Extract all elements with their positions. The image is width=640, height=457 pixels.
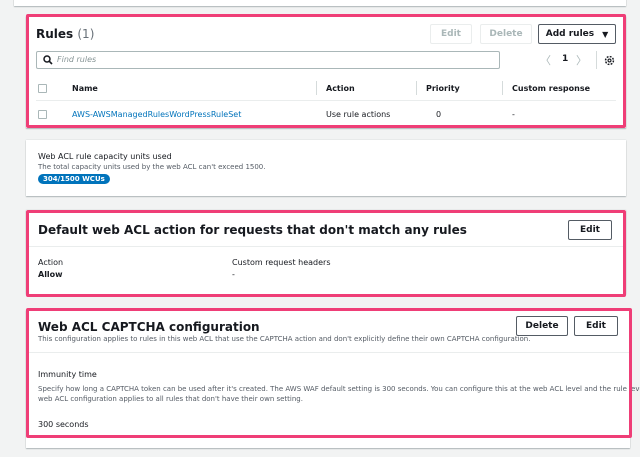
- add-rules-button[interactable]: Add rules ▼: [538, 24, 616, 44]
- search-icon: [43, 55, 53, 65]
- gear-icon[interactable]: [604, 55, 615, 66]
- caret-down-icon: ▼: [602, 29, 609, 39]
- select-all-checkbox[interactable]: [38, 84, 47, 93]
- captcha-title: Web ACL CAPTCHA configuration: [38, 320, 260, 334]
- action-value: Allow: [38, 270, 63, 279]
- prev-page-icon[interactable]: 〈: [540, 52, 551, 68]
- top-panel-partial: [14, 0, 626, 6]
- capacity-title: Web ACL rule capacity units used: [38, 152, 172, 161]
- rules-title-text: Rules: [36, 27, 74, 41]
- captcha-divider: [26, 352, 630, 353]
- col-header-custom-response[interactable]: Custom response: [512, 84, 590, 93]
- captcha-delete-button[interactable]: Delete: [516, 316, 568, 336]
- rules-delete-button[interactable]: Delete: [480, 24, 532, 44]
- immunity-description-line2: web ACL configuration applies to all rul…: [38, 395, 303, 403]
- default-action-title: Default web ACL action for requests that…: [38, 223, 467, 237]
- action-label: Action: [38, 258, 64, 267]
- custom-headers-value: -: [232, 270, 235, 279]
- add-rules-label: Add rules: [545, 29, 595, 39]
- header-divider: [36, 100, 616, 101]
- default-action-edit-button[interactable]: Edit: [568, 220, 612, 240]
- next-page-icon[interactable]: 〉: [576, 52, 587, 68]
- search-placeholder: Find rules: [57, 55, 97, 64]
- rule-name-link[interactable]: AWS-AWSManagedRulesWordPressRuleSet: [72, 110, 241, 119]
- pagination-divider: [596, 51, 597, 69]
- col-header-action[interactable]: Action: [326, 84, 355, 93]
- immunity-title: Immunity time: [38, 370, 97, 379]
- captcha-description: This configuration applies to rules in t…: [38, 335, 531, 343]
- col-header-priority[interactable]: Priority: [426, 84, 460, 93]
- capacity-badge: 304/1500 WCUs: [38, 174, 110, 184]
- col-sep: [502, 81, 503, 95]
- row-checkbox[interactable]: [38, 110, 47, 119]
- rule-priority: 0: [436, 110, 442, 119]
- default-action-panel: Default web ACL action for requests that…: [26, 210, 626, 294]
- rules-count: (1): [77, 27, 95, 41]
- rules-panel: Rules (1) Edit Delete Add rules ▼ Find r…: [26, 16, 626, 128]
- default-action-divider: [26, 246, 626, 247]
- rules-search-input[interactable]: Find rules: [36, 51, 500, 69]
- page-number[interactable]: 1: [562, 54, 568, 64]
- captcha-panel: Web ACL CAPTCHA configuration This confi…: [26, 310, 640, 448]
- custom-headers-label: Custom request headers: [232, 258, 331, 267]
- rules-edit-button[interactable]: Edit: [430, 24, 472, 44]
- col-sep: [416, 81, 417, 95]
- rule-custom-response: -: [512, 110, 515, 119]
- captcha-edit-button[interactable]: Edit: [574, 316, 618, 336]
- immunity-value: 300 seconds: [38, 420, 89, 429]
- col-sep: [316, 81, 317, 95]
- rules-title: Rules (1): [36, 27, 94, 41]
- capacity-panel: Web ACL rule capacity units used The tot…: [26, 140, 626, 196]
- immunity-description-line1: Specify how long a CAPTCHA token can be …: [38, 385, 640, 393]
- capacity-description: The total capacity units used by the web…: [38, 163, 266, 171]
- col-header-name[interactable]: Name: [72, 84, 98, 93]
- rule-action: Use rule actions: [326, 110, 391, 119]
